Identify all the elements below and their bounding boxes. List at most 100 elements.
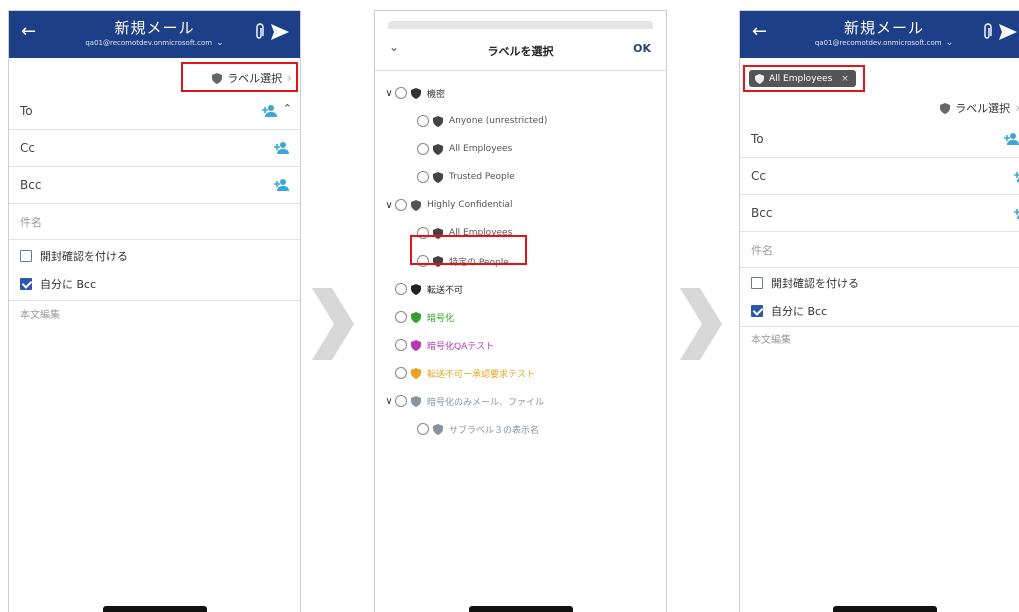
add-person-icon[interactable]	[1004, 132, 1019, 146]
radio-icon[interactable]	[395, 395, 407, 407]
picker-title: ラベルを選択	[487, 45, 554, 58]
radio-icon[interactable]	[417, 143, 429, 155]
radio-icon[interactable]	[395, 199, 407, 211]
label-option-text: 転送不可ー承認要求テスト	[427, 369, 536, 380]
picker-header: ⌄ ラベルを選択 OK	[375, 29, 666, 71]
add-person-icon[interactable]	[274, 178, 290, 192]
read-receipt-option[interactable]: 開封確認を付ける	[740, 269, 1019, 297]
label-option[interactable]: ∨ 暗号化のみメール、ファイル	[375, 392, 666, 410]
label-option-text: Trusted People	[449, 172, 515, 182]
account-selector[interactable]: qa01@recomotdev.onmicrosoft.com ⌄	[740, 38, 1019, 48]
bcc-self-option[interactable]: 自分に Bcc	[9, 270, 300, 298]
body-editor[interactable]: 本文編集	[751, 331, 791, 346]
cc-field[interactable]: Cc	[9, 130, 300, 167]
radio-icon[interactable]	[417, 423, 429, 435]
label-chip-text: All Employees	[769, 73, 833, 84]
shield-icon	[940, 102, 951, 114]
shield-icon	[755, 73, 764, 84]
step-arrow-icon	[312, 288, 354, 360]
radio-icon[interactable]	[417, 255, 429, 267]
compose-screen-before: ← 新規メール qa01@recomotdev.onmicrosoft.com ⌄…	[8, 10, 301, 612]
chevron-down-icon[interactable]: ∨	[383, 200, 395, 211]
read-receipt-option[interactable]: 開封確認を付ける	[9, 242, 300, 270]
read-receipt-checkbox[interactable]	[20, 250, 32, 262]
label-option[interactable]: 転送不可	[375, 280, 666, 298]
bcc-field[interactable]: Bcc	[9, 167, 300, 204]
sheet-grabber	[388, 21, 653, 29]
read-receipt-label: 開封確認を付ける	[771, 277, 859, 290]
compose-header: ← 新規メール qa01@recomotdev.onmicrosoft.com ⌄	[740, 11, 1019, 58]
paperclip-icon[interactable]	[982, 23, 992, 41]
label-option-text: 暗号化	[427, 313, 455, 324]
label-option[interactable]: ∨ Highly Confidential	[375, 196, 666, 214]
chevron-up-icon[interactable]: ⌃	[283, 102, 292, 115]
label-option-text: All Employees	[449, 144, 513, 154]
chevron-down-icon[interactable]: ∨	[383, 88, 395, 99]
close-icon[interactable]: ×	[841, 74, 849, 84]
cc-field[interactable]: Cc	[740, 158, 1019, 195]
radio-icon[interactable]	[417, 115, 429, 127]
add-person-icon[interactable]	[274, 141, 290, 155]
label-option-text: 機密	[427, 89, 446, 100]
chevron-down-icon: ⌄	[216, 38, 224, 48]
label-option[interactable]: ∨ 機密	[375, 84, 666, 102]
account-email: qa01@recomotdev.onmicrosoft.com	[85, 39, 213, 47]
label-option[interactable]: 暗号化QAテスト	[375, 336, 666, 354]
divider	[9, 300, 300, 301]
bcc-self-checkbox[interactable]	[751, 305, 763, 317]
label-select-button[interactable]: ラベル選択 ›	[212, 66, 300, 90]
to-label: To	[20, 104, 33, 118]
subject-placeholder: 件名	[751, 243, 773, 257]
body-editor[interactable]: 本文編集	[20, 306, 60, 321]
to-field[interactable]: To	[740, 121, 1019, 158]
to-field[interactable]: To ⌃	[9, 93, 300, 130]
radio-icon[interactable]	[395, 339, 407, 351]
label-option-text: 特定の People	[449, 257, 509, 268]
label-option[interactable]: Anyone (unrestricted)	[375, 112, 666, 130]
radio-icon[interactable]	[417, 227, 429, 239]
paperclip-icon[interactable]	[254, 23, 264, 41]
label-option[interactable]: All Employees	[375, 224, 666, 242]
send-icon[interactable]	[998, 23, 1018, 41]
label-option-text: 暗号化のみメール、ファイル	[427, 397, 545, 408]
label-option-text: All Employees	[449, 228, 513, 238]
label-picker-screen: ⌄ ラベルを選択 OK ∨ 機密 Anyone (unrestricted) All …	[374, 10, 667, 612]
ok-button[interactable]: OK	[633, 42, 651, 55]
label-option[interactable]: Trusted People	[375, 168, 666, 186]
label-chip[interactable]: All Employees ×	[749, 70, 856, 87]
subject-input[interactable]: 件名	[740, 232, 1019, 268]
add-person-icon[interactable]	[262, 104, 278, 118]
shield-icon	[433, 115, 443, 127]
cc-label: Cc	[20, 141, 35, 155]
bcc-self-label: 自分に Bcc	[771, 305, 828, 318]
label-option[interactable]: サブラベル３の表示名	[375, 420, 666, 438]
bcc-self-label: 自分に Bcc	[40, 278, 97, 291]
chevron-right-icon: ›	[287, 71, 292, 85]
read-receipt-checkbox[interactable]	[751, 277, 763, 289]
step-arrow-icon	[680, 288, 722, 360]
radio-icon[interactable]	[395, 311, 407, 323]
home-indicator	[833, 606, 937, 612]
bcc-self-checkbox[interactable]	[20, 278, 32, 290]
bcc-field[interactable]: Bcc	[740, 195, 1019, 232]
bcc-self-option[interactable]: 自分に Bcc	[740, 297, 1019, 325]
label-select-button[interactable]: ラベル選択 ›	[940, 96, 1019, 120]
send-icon[interactable]	[270, 23, 290, 41]
label-option[interactable]: 暗号化	[375, 308, 666, 326]
radio-icon[interactable]	[395, 283, 407, 295]
add-person-icon[interactable]	[1014, 169, 1019, 183]
radio-icon[interactable]	[395, 367, 407, 379]
radio-icon[interactable]	[417, 171, 429, 183]
shield-icon	[433, 171, 443, 183]
add-person-icon[interactable]	[1014, 206, 1019, 220]
subject-input[interactable]: 件名	[9, 204, 300, 240]
label-option[interactable]: All Employees	[375, 140, 666, 158]
shield-icon	[411, 395, 421, 407]
radio-icon[interactable]	[395, 87, 407, 99]
label-option[interactable]: 特定の People	[375, 252, 666, 270]
compose-header: ← 新規メール qa01@recomotdev.onmicrosoft.com ⌄	[9, 11, 300, 58]
chevron-down-icon[interactable]: ∨	[383, 396, 395, 407]
label-select-text: ラベル選択	[227, 72, 283, 85]
read-receipt-label: 開封確認を付ける	[40, 250, 128, 263]
label-option[interactable]: 転送不可ー承認要求テスト	[375, 364, 666, 382]
